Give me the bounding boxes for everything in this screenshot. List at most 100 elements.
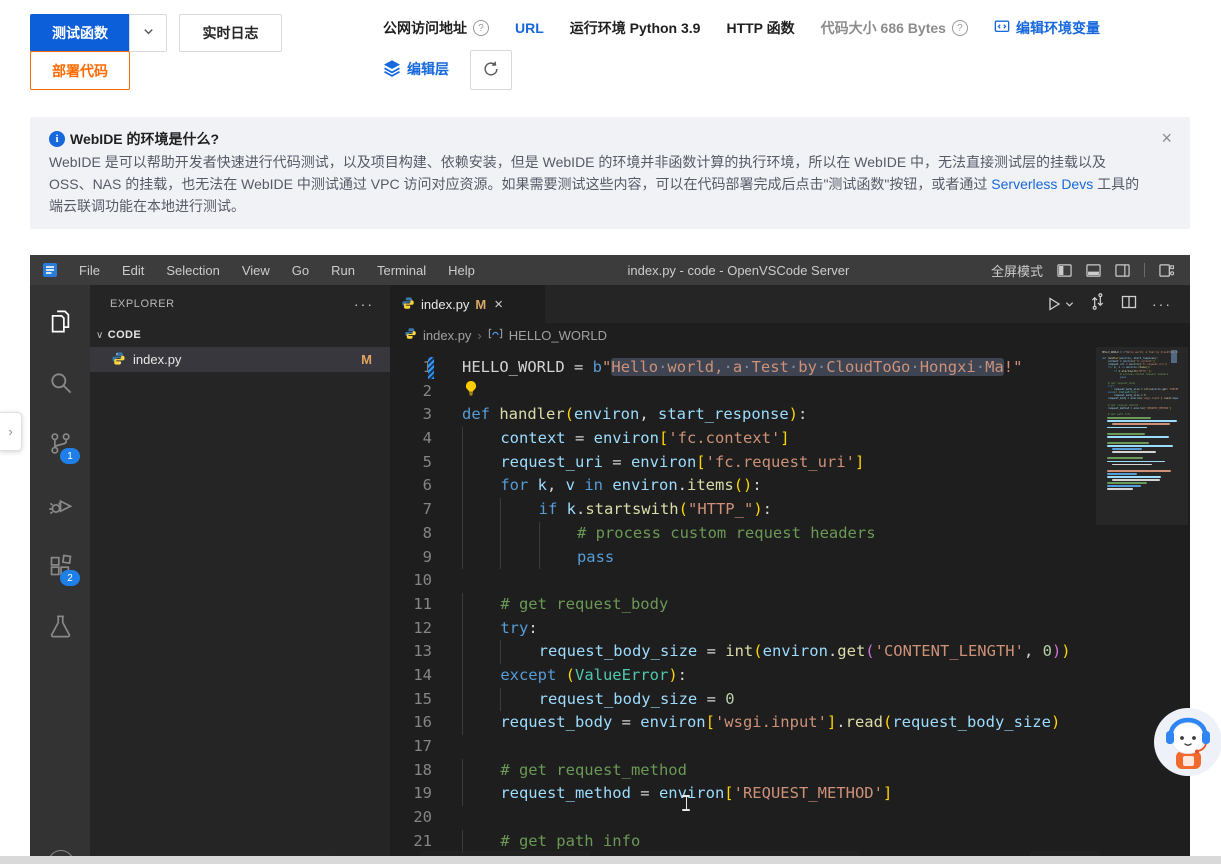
explorer-icon[interactable] [30, 291, 90, 352]
titlebar-separator [1144, 263, 1145, 277]
edit-env-vars-label: 编辑环境变量 [1016, 18, 1100, 38]
deploy-code-button[interactable]: 部署代码 [30, 51, 130, 90]
menu-terminal[interactable]: Terminal [366, 263, 437, 278]
titlebar-controls: 全屏模式 [991, 261, 1174, 280]
line-text: # get request_body [462, 593, 668, 617]
minimap-line [1107, 473, 1137, 475]
tab-strip: index.py M × [390, 285, 1190, 323]
code-line[interactable]: 12 try: [390, 617, 1094, 641]
line-text [462, 380, 478, 404]
toggle-secondary-sidebar-icon[interactable] [1115, 263, 1130, 278]
breadcrumb-symbol[interactable]: HELLO_WORLD [509, 328, 607, 343]
code-editor[interactable]: 1HELLO_WORLD = b"Hello·world,·a·Test·by·… [390, 347, 1190, 864]
code-line[interactable]: 20 [390, 806, 1094, 830]
line-number: 4 [390, 427, 432, 451]
line-text: HELLO_WORLD = b"Hello·world,·a·Test·by·C… [462, 356, 1022, 380]
code-line[interactable]: 15 request_body_size = 0 [390, 688, 1094, 712]
code-line[interactable]: 8 # process custom request headers [390, 522, 1094, 546]
code-line[interactable]: 11 # get request_body [390, 593, 1094, 617]
code-line[interactable]: 16 request_body = environ['wsgi.input'].… [390, 711, 1094, 735]
python-file-icon [401, 296, 415, 313]
menu-go[interactable]: Go [281, 263, 320, 278]
code-section-row[interactable]: ∨ CODE [90, 323, 390, 347]
lightbulb-icon[interactable] [464, 380, 478, 404]
minimap-line [1112, 423, 1170, 425]
line-text: for k, v in environ.items(): [462, 474, 762, 498]
minimap-line: request_body = environ['wsgi.input'].rea… [1102, 397, 1178, 400]
realtime-logs-button[interactable]: 实时日志 [179, 14, 282, 52]
open-changes-icon[interactable] [1089, 293, 1106, 315]
breadcrumb-file[interactable]: index.py [423, 328, 471, 343]
code-line[interactable]: 10 [390, 569, 1094, 593]
serverless-devs-link[interactable]: Serverless Devs [991, 176, 1093, 192]
run-debug-icon[interactable] [30, 474, 90, 535]
assistant-mascot[interactable] [1152, 707, 1221, 777]
code-line[interactable]: 21 # get path info [390, 830, 1094, 854]
scrollbar-thumb[interactable] [1171, 350, 1177, 363]
minimap-line [1107, 461, 1165, 463]
menu-run[interactable]: Run [320, 263, 366, 278]
code-line[interactable]: 19 request_method = environ['REQUEST_MET… [390, 782, 1094, 806]
code-line[interactable]: 4 context = environ['fc.context'] [390, 427, 1094, 451]
toggle-sidebar-icon[interactable] [1057, 263, 1072, 278]
menu-view[interactable]: View [231, 263, 281, 278]
test-function-button[interactable]: 测试函数 [30, 14, 130, 52]
edit-layer-link[interactable]: 编辑层 [383, 59, 449, 80]
code-line[interactable]: 2 [390, 380, 1094, 404]
menu-selection[interactable]: Selection [155, 263, 230, 278]
gutter [432, 403, 462, 427]
close-icon[interactable]: × [1161, 128, 1172, 149]
code-line[interactable]: 13 request_body_size = int(environ.get('… [390, 640, 1094, 664]
code-line[interactable]: 1HELLO_WORLD = b"Hello·world,·a·Test·by·… [390, 356, 1094, 380]
extensions-icon[interactable]: 2 [30, 535, 90, 596]
run-python-file-icon[interactable] [1046, 296, 1074, 312]
url-link[interactable]: URL [515, 20, 544, 36]
menu-file[interactable]: File [68, 263, 111, 278]
testing-beaker-icon[interactable] [30, 596, 90, 657]
line-number: 17 [390, 735, 432, 759]
gutter [432, 451, 462, 475]
refresh-button[interactable] [470, 50, 512, 90]
help-icon[interactable]: ? [473, 20, 489, 36]
fullscreen-mode-label[interactable]: 全屏模式 [991, 261, 1043, 280]
tab-index-py[interactable]: index.py M × [390, 285, 545, 323]
line-text: request_body_size = 0 [462, 688, 735, 712]
source-control-icon[interactable]: 1 [30, 413, 90, 474]
gutter [432, 617, 462, 641]
minimap-line: request_method = environ['REQUEST_METHOD… [1102, 407, 1178, 410]
line-number: 7 [390, 498, 432, 522]
file-name: index.py [133, 352, 181, 367]
line-text: def handler(environ, start_response): [462, 403, 807, 427]
clipped-bottom-bar [0, 856, 1221, 864]
file-row-index-py[interactable]: index.py M [90, 347, 390, 372]
code-line[interactable]: 7 if k.startswith("HTTP_"): [390, 498, 1094, 522]
panel-expander-handle[interactable]: › [0, 412, 22, 451]
code-line[interactable]: 3def handler(environ, start_response): [390, 403, 1094, 427]
minimap[interactable]: HELLO_WORLD = b"Hello world, a Test by C… [1096, 347, 1188, 864]
help-icon[interactable]: ? [952, 20, 968, 36]
split-editor-icon[interactable] [1121, 294, 1137, 315]
search-icon[interactable] [30, 352, 90, 413]
test-function-dropdown-button[interactable] [129, 14, 167, 52]
more-actions-icon[interactable]: ··· [354, 296, 374, 312]
gutter [432, 735, 462, 759]
minimap-line [1107, 417, 1151, 419]
menu-help[interactable]: Help [437, 263, 486, 278]
code-line[interactable]: 14 except (ValueError): [390, 664, 1094, 688]
code-line[interactable]: 9 pass [390, 546, 1094, 570]
more-actions-icon[interactable]: ··· [1152, 296, 1172, 312]
line-text: context = environ['fc.context'] [462, 427, 790, 451]
edit-env-vars-link[interactable]: 编辑环境变量 [994, 18, 1100, 38]
line-number: 16 [390, 711, 432, 735]
breadcrumb: index.py › HELLO_WORLD [390, 323, 1190, 347]
code-line[interactable]: 18 # get request_method [390, 759, 1094, 783]
code-line[interactable]: 17 [390, 735, 1094, 759]
toggle-panel-icon[interactable] [1086, 263, 1101, 278]
code-line[interactable]: 6 for k, v in environ.items(): [390, 474, 1094, 498]
http-function-label: HTTP 函数 [726, 18, 794, 38]
customize-layout-icon[interactable] [1159, 263, 1174, 278]
extensions-badge: 2 [60, 570, 80, 586]
menu-edit[interactable]: Edit [111, 263, 155, 278]
code-line[interactable]: 5 request_uri = environ['fc.request_uri'… [390, 451, 1094, 475]
close-icon[interactable]: × [494, 296, 503, 313]
